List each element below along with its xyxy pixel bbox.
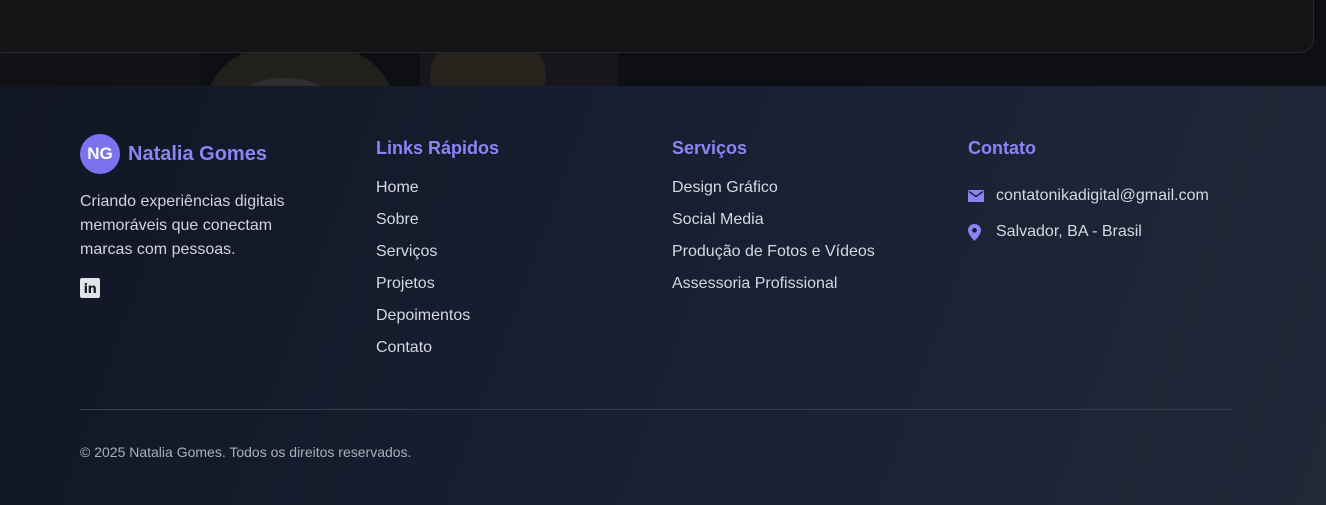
footer-link-depoimentos[interactable]: Depoimentos: [376, 306, 499, 338]
contact-column: Contato contatonikadigital@gmail.com Sal…: [968, 136, 1209, 250]
copyright-text: © 2025 Natalia Gomes. Todos os direitos …: [80, 444, 412, 460]
contact-list: contatonikadigital@gmail.com Salvador, B…: [968, 178, 1209, 250]
quick-links-heading: Links Rápidos: [376, 138, 500, 158]
contact-location: Salvador, BA - Brasil: [968, 214, 1209, 250]
mail-icon: [968, 186, 984, 206]
contact-email[interactable]: contatonikadigital@gmail.com: [968, 178, 1209, 214]
linkedin-icon[interactable]: in: [80, 278, 100, 298]
footer-brand: NG Natalia Gomes Criando experiências di…: [80, 134, 330, 298]
contact-heading: Contato: [968, 138, 1036, 158]
service-link-design-grafico[interactable]: Design Gráfico: [672, 178, 875, 210]
brand-description: Criando experiências digitais memoráveis…: [80, 193, 285, 258]
brand-avatar: NG: [80, 134, 120, 174]
footer-link-projetos[interactable]: Projetos: [376, 274, 499, 306]
content-card: [0, 0, 1314, 53]
footer-link-servicos[interactable]: Serviços: [376, 242, 499, 274]
quick-links-list: Home Sobre Serviços Projetos Depoimentos…: [376, 178, 499, 370]
brand-name: Natalia Gomes: [128, 142, 267, 165]
previous-section: [0, 0, 1326, 86]
service-link-fotos-videos[interactable]: Produção de Fotos e Vídeos: [672, 242, 875, 274]
services-column: Serviços Design Gráfico Social Media Pro…: [672, 136, 875, 306]
quick-links-column: Links Rápidos Home Sobre Serviços Projet…: [376, 136, 499, 370]
footer-link-contato[interactable]: Contato: [376, 338, 499, 370]
services-heading: Serviços: [672, 138, 748, 158]
site-footer: NG Natalia Gomes Criando experiências di…: [0, 86, 1326, 505]
service-link-social-media[interactable]: Social Media: [672, 210, 875, 242]
contact-email-text: contatonikadigital@gmail.com: [996, 187, 1209, 204]
footer-divider: [80, 409, 1232, 410]
contact-location-text: Salvador, BA - Brasil: [996, 223, 1142, 240]
service-link-assessoria[interactable]: Assessoria Profissional: [672, 274, 875, 306]
brand-logo[interactable]: NG Natalia Gomes: [80, 134, 330, 174]
map-pin-icon: [968, 222, 984, 242]
footer-link-home[interactable]: Home: [376, 178, 499, 210]
footer-link-sobre[interactable]: Sobre: [376, 210, 499, 242]
services-list: Design Gráfico Social Media Produção de …: [672, 178, 875, 306]
